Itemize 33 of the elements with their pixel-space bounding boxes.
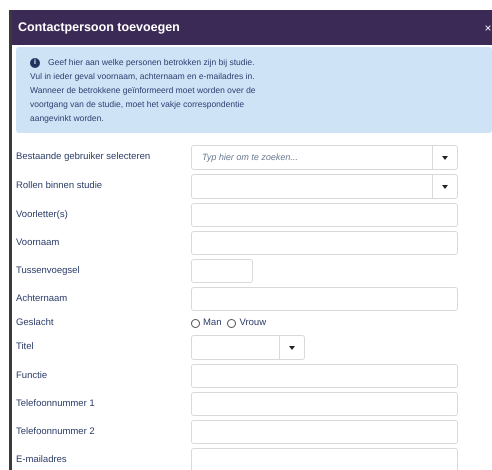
dropdown-field[interactable]: Typ hier om te zoeken... [191, 145, 458, 170]
caret-icon [442, 184, 448, 188]
field-label: Telefoonnummer 2 [16, 424, 96, 439]
radio-option[interactable]: Vrouw [227, 316, 266, 330]
field-label: Voornaam [16, 236, 60, 250]
field-label: Titel [16, 340, 35, 354]
text-field[interactable] [191, 203, 458, 227]
field-label: Rollen binnen studie [16, 179, 104, 194]
text-field[interactable] [191, 364, 458, 388]
text-field[interactable] [191, 448, 458, 470]
dropdown-field[interactable] [191, 174, 458, 199]
radio-option[interactable]: Man [191, 316, 222, 330]
field-label: Functie [16, 368, 48, 383]
radio-button[interactable] [191, 318, 200, 328]
field-label: Voorletter(s) [16, 208, 69, 222]
caret-icon [442, 156, 448, 160]
dialog-title: Contactpersoon toevoegen [18, 19, 180, 36]
search-input[interactable]: Typ hier om te zoeken... [202, 150, 432, 164]
field-label: E-mailadres [16, 452, 68, 467]
dropdown-field[interactable] [191, 335, 305, 360]
field-label: Achternaam [16, 292, 68, 306]
field-label: Bestaande gebruiker selecteren [16, 150, 152, 164]
field-label: Telefoonnummer 1 [16, 396, 96, 411]
caret-icon [289, 346, 295, 350]
field-label: Tussenvoegsel [16, 264, 81, 278]
text-field[interactable] [191, 392, 458, 416]
radio-button[interactable] [227, 318, 236, 328]
close-button[interactable]: × [484, 18, 492, 36]
text-field[interactable] [191, 259, 253, 283]
text-field[interactable] [191, 287, 458, 311]
text-field[interactable] [191, 231, 458, 255]
field-label: Geslacht [16, 316, 54, 330]
text-field[interactable] [191, 420, 458, 444]
